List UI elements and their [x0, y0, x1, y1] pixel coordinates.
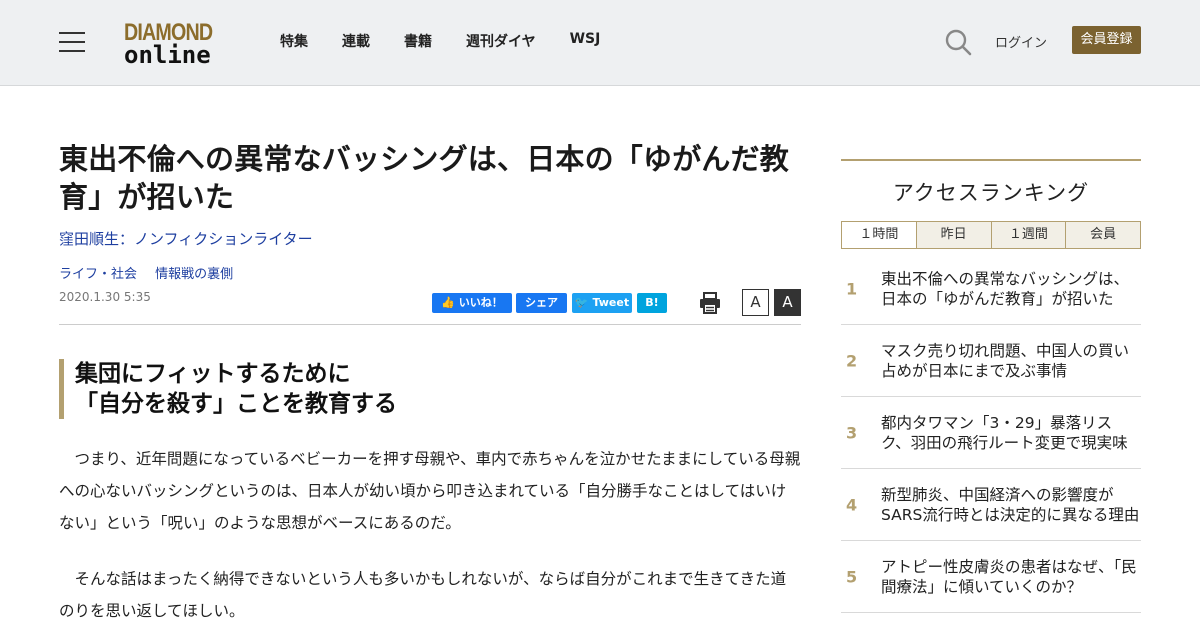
font-size-large-button[interactable]: A [774, 289, 801, 316]
ranking-title-link[interactable]: アトピー性皮膚炎の患者はなぜ、「民間療法」に傾いていくのか？ [881, 557, 1141, 597]
article-title: 東出不倫への異常なバッシングは、日本の「ゆがんだ教育」が招いた [59, 142, 790, 214]
global-nav: 特集 連載 書籍 週刊ダイヤ WSJ [280, 31, 634, 51]
ranking-item[interactable]: 3 都内タワマン「3・29」暴落リスク、羽田の飛行ルート変更で現実味 [841, 397, 1141, 469]
hatena-bookmark-button[interactable]: B! [637, 293, 667, 313]
nav-item-weekly-diamond[interactable]: 週刊ダイヤ [466, 31, 536, 51]
tab-1-week[interactable]: １週間 [990, 222, 1066, 248]
ranking-title-link[interactable]: 都内タワマン「3・29」暴落リスク、羽田の飛行ルート変更で現実味 [881, 413, 1141, 453]
ranking-number: 1 [846, 279, 858, 298]
font-size-normal-button[interactable]: A [742, 289, 769, 316]
article-tags: ライフ・社会 情報戦の裏側 [59, 263, 247, 282]
ranking-list: 1 東出不倫への異常なバッシングは、日本の「ゆがんだ教育」が招いた 2 マスク売… [841, 253, 1141, 613]
ranking-number: 4 [846, 495, 858, 514]
facebook-share-button[interactable]: シェア [516, 293, 567, 313]
subheading-line-2: 「自分を殺す」ことを教育する [75, 391, 397, 417]
search-icon[interactable] [944, 28, 972, 56]
subheading-line-1: 集団にフィットするために [75, 361, 351, 387]
section-subheading: 集団にフィットするために 「自分を殺す」ことを教育する [59, 359, 799, 419]
ranking-item[interactable]: 2 マスク売り切れ問題、中国人の買い占めが日本にまで及ぶ事情 [841, 325, 1141, 397]
ranking-tabs: １時間 昨日 １週間 会員 [841, 221, 1141, 249]
tweet-button[interactable]: 🐦 Tweet [572, 293, 632, 313]
tab-yesterday[interactable]: 昨日 [915, 222, 991, 248]
article-divider [59, 324, 801, 325]
nav-item-feature[interactable]: 特集 [280, 31, 308, 51]
facebook-like-label: いいね！ [458, 296, 503, 309]
nav-item-series[interactable]: 連載 [342, 31, 370, 51]
ranking-item[interactable]: 5 アトピー性皮膚炎の患者はなぜ、「民間療法」に傾いていくのか？ [841, 541, 1141, 613]
tweet-label: Tweet [592, 296, 630, 309]
article-paragraph: つまり、近年問題になっているベビーカーを押す母親や、車内で赤ちゃんを泣かせたまま… [59, 450, 801, 532]
facebook-like-button[interactable]: 👍 いいね！ [432, 293, 512, 313]
tab-1-hour[interactable]: １時間 [842, 222, 916, 248]
hamburger-menu-icon[interactable] [59, 32, 85, 52]
ranking-number: 5 [846, 567, 858, 586]
ranking-item[interactable]: 4 新型肺炎、中国経済への影響度がSARS流行時とは決定的に異なる理由 [841, 469, 1141, 541]
tab-members[interactable]: 会員 [1065, 222, 1140, 248]
tag-link-series[interactable]: 情報戦の裏側 [155, 267, 233, 282]
ranking-item[interactable]: 1 東出不倫への異常なバッシングは、日本の「ゆがんだ教育」が招いた [841, 253, 1141, 325]
ranking-title-link[interactable]: 新型肺炎、中国経済への影響度がSARS流行時とは決定的に異なる理由 [881, 485, 1141, 525]
author-link[interactable]: 窪田順生：ノンフィクションライター [59, 228, 313, 249]
access-ranking: アクセスランキング １時間 昨日 １週間 会員 1 東出不倫への異常なバッシング… [841, 159, 1141, 613]
article-paragraph: そんな話はまったく納得できないという人も多いかもしれないが、ならば自分がこれまで… [59, 570, 787, 620]
ranking-number: 2 [846, 351, 858, 370]
ranking-title-link[interactable]: 東出不倫への異常なバッシングは、日本の「ゆがんだ教育」が招いた [881, 269, 1141, 309]
site-logo[interactable]: DIAMOND online [124, 19, 228, 69]
ranking-title: アクセスランキング [892, 181, 1090, 205]
logo-bottom-text: online [124, 41, 211, 69]
nav-item-wsj[interactable]: WSJ [570, 31, 601, 51]
nav-item-books[interactable]: 書籍 [404, 31, 432, 51]
site-header: DIAMOND online 特集 連載 書籍 週刊ダイヤ WSJ ログイン 会… [0, 0, 1200, 86]
register-button[interactable]: 会員登録 [1072, 26, 1141, 54]
publish-date: 2020.1.30 5:35 [59, 290, 151, 304]
facebook-like-icon: 👍 [441, 296, 455, 309]
print-icon[interactable] [698, 291, 722, 315]
ranking-number: 3 [846, 423, 858, 442]
twitter-icon: 🐦 [574, 296, 589, 309]
tag-link-life-society[interactable]: ライフ・社会 [59, 267, 137, 282]
ranking-title-link[interactable]: マスク売り切れ問題、中国人の買い占めが日本にまで及ぶ事情 [881, 341, 1141, 381]
login-link[interactable]: ログイン [995, 32, 1047, 51]
